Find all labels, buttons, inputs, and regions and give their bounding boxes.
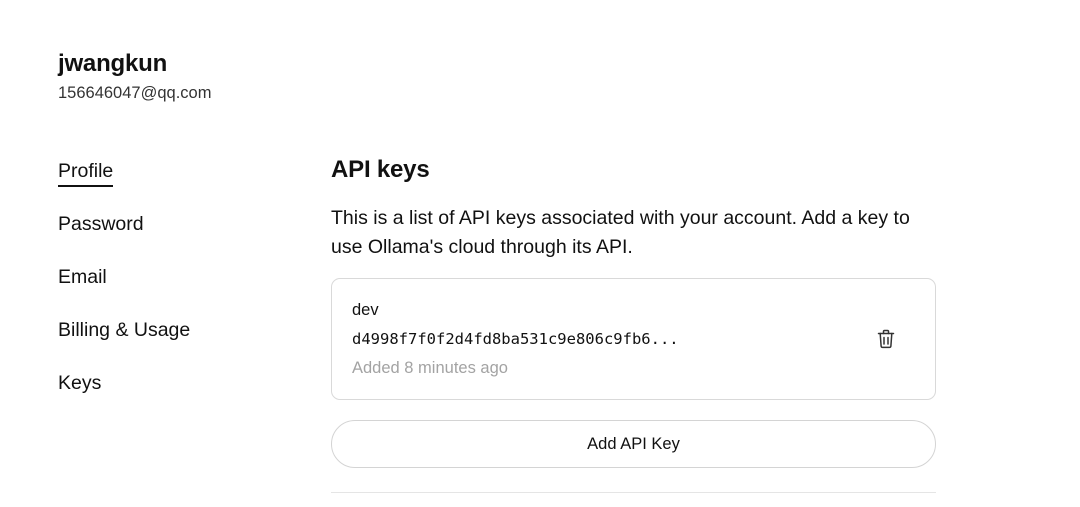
nav-item-label: Email xyxy=(58,266,107,288)
api-key-name: dev xyxy=(352,301,379,319)
api-keys-section: API keys This is a list of API keys asso… xyxy=(331,154,936,493)
delete-key-button[interactable] xyxy=(872,325,900,353)
nav-item-label: Password xyxy=(58,213,144,235)
divider xyxy=(331,492,936,493)
api-key-value: d4998f7f0f2d4fd8ba531c9e806c9fb6... xyxy=(352,330,679,348)
nav-item-label: Keys xyxy=(58,372,102,394)
nav-item-profile[interactable]: Profile xyxy=(58,160,278,213)
nav-item-password[interactable]: Password xyxy=(58,213,278,266)
settings-nav: Profile Password Email Billing & Usage K… xyxy=(58,160,278,425)
nav-item-label: Profile xyxy=(58,160,114,187)
section-description: This is a list of API keys associated wi… xyxy=(331,207,910,258)
settings-page: jwangkun 156646047@qq.com Profile Passwo… xyxy=(0,0,1080,507)
section-title: API keys xyxy=(331,156,430,183)
nav-item-keys[interactable]: Keys xyxy=(58,372,278,425)
user-email: 156646047@qq.com xyxy=(58,84,212,102)
api-key-card: dev d4998f7f0f2d4fd8ba531c9e806c9fb6... … xyxy=(331,278,936,400)
trash-icon xyxy=(877,329,895,349)
nav-item-billing-usage[interactable]: Billing & Usage xyxy=(58,319,278,372)
nav-item-label: Billing & Usage xyxy=(58,319,191,341)
add-api-key-button[interactable]: Add API Key xyxy=(331,420,936,468)
nav-item-email[interactable]: Email xyxy=(58,266,278,319)
user-name: jwangkun xyxy=(58,50,168,77)
api-key-added-time: Added 8 minutes ago xyxy=(352,359,508,377)
